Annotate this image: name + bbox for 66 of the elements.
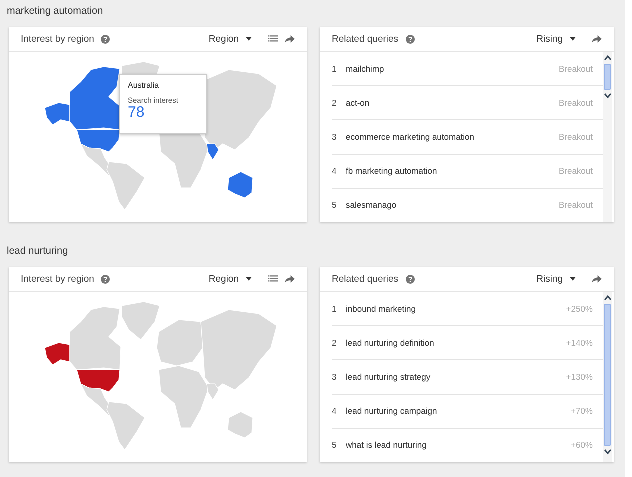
query-text: lead nurturing strategy xyxy=(346,372,432,382)
caret-icon[interactable] xyxy=(246,37,252,41)
region-dropdown[interactable]: Region xyxy=(208,274,239,284)
query-text: salesmanago xyxy=(346,200,398,210)
rising-dropdown[interactable]: Rising xyxy=(536,274,563,284)
query-row[interactable]: 5 what is lead nurturing +60% xyxy=(332,428,603,462)
query-value: Breakout xyxy=(558,200,594,210)
region-dropdown[interactable]: Region xyxy=(208,34,239,44)
tooltip-value: 78 xyxy=(128,105,145,121)
help-icon[interactable] xyxy=(101,34,110,44)
query-rank: 3 xyxy=(332,132,338,142)
query-value: Breakout xyxy=(558,132,594,142)
rising-dropdown[interactable]: Rising xyxy=(536,34,563,44)
query-rank: 5 xyxy=(332,440,338,450)
query-value: +250% xyxy=(566,304,594,314)
card-title: Related queries xyxy=(332,34,399,44)
scroll-up-icon[interactable] xyxy=(604,294,612,302)
query-text: mailchimp xyxy=(346,64,386,74)
scroll-down-icon[interactable] xyxy=(604,448,612,456)
scroll-down-icon[interactable] xyxy=(604,92,612,100)
tooltip-region: Australia xyxy=(128,81,160,90)
query-value: Breakout xyxy=(558,166,594,176)
caret-icon[interactable] xyxy=(570,37,576,41)
query-rank: 4 xyxy=(332,166,338,176)
query-rank: 5 xyxy=(332,200,338,210)
help-icon[interactable] xyxy=(101,274,110,284)
caret-icon[interactable] xyxy=(570,277,576,281)
help-icon[interactable] xyxy=(406,34,415,44)
query-text: lead nurturing campaign xyxy=(346,406,438,416)
card-title: Interest by region xyxy=(21,34,94,44)
scrollbar[interactable] xyxy=(603,52,612,222)
query-value: +140% xyxy=(566,338,594,348)
section-title: marketing automation xyxy=(6,5,104,19)
scrollbar[interactable] xyxy=(603,292,612,462)
query-rank: 1 xyxy=(332,304,338,314)
card-title: Related queries xyxy=(332,274,399,284)
query-text: ecommerce marketing automation xyxy=(346,132,476,142)
card-title: Interest by region xyxy=(21,274,94,284)
scroll-up-icon[interactable] xyxy=(604,54,612,62)
query-text: lead nurturing definition xyxy=(346,338,436,348)
share-icon[interactable] xyxy=(285,34,295,44)
share-icon[interactable] xyxy=(592,34,602,44)
share-icon[interactable] xyxy=(592,274,602,284)
query-rank: 3 xyxy=(332,372,338,382)
query-text: act-on xyxy=(346,98,371,108)
query-rank: 2 xyxy=(332,98,338,108)
query-text: fb marketing automation xyxy=(346,166,438,176)
query-value: Breakout xyxy=(558,98,594,108)
query-rank: 2 xyxy=(332,338,338,348)
share-icon[interactable] xyxy=(285,274,295,284)
query-value: +70% xyxy=(571,406,594,416)
list-icon[interactable] xyxy=(268,34,278,44)
query-row[interactable]: 5 salesmanago Breakout xyxy=(332,188,603,222)
help-icon[interactable] xyxy=(406,274,415,284)
query-rank: 4 xyxy=(332,406,338,416)
query-value: +60% xyxy=(571,440,594,450)
section-title: lead nurturing xyxy=(6,245,70,259)
list-icon[interactable] xyxy=(268,274,278,284)
caret-icon[interactable] xyxy=(246,277,252,281)
query-value: Breakout xyxy=(558,64,594,74)
query-text: inbound marketing xyxy=(346,304,417,314)
scroll-thumb[interactable] xyxy=(604,64,611,90)
query-text: what is lead nurturing xyxy=(346,440,428,450)
query-rank: 1 xyxy=(332,64,338,74)
scroll-thumb[interactable] xyxy=(604,304,611,446)
query-value: +130% xyxy=(566,372,594,382)
